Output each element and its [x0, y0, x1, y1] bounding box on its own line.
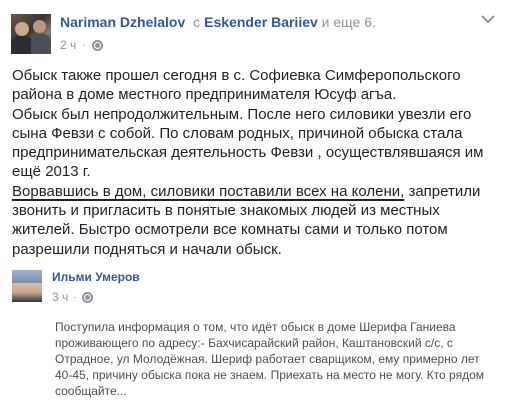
post-paragraph: Ворвавшись в дом, силовики поставили все… [12, 182, 502, 259]
with-word: с [193, 14, 201, 30]
author-avatar[interactable] [11, 14, 51, 54]
tagged-user[interactable]: Eskender Bariiev [204, 14, 318, 30]
post-paragraph: Обыск был непродолжительным. После него … [12, 105, 484, 181]
underlined-phrase: Ворвавшись в дом, силовики поставили все… [12, 182, 405, 200]
post-meta: 2 ч · [60, 38, 103, 52]
separator-dot: · [73, 291, 77, 303]
avatar-face [33, 20, 46, 33]
avatar-face [15, 22, 29, 36]
separator-dot: · [82, 39, 86, 51]
post-header: Nariman Dzhelalov с Eskender Bariiev и ещ… [60, 14, 376, 30]
author-name[interactable]: Nariman Dzhelalov [60, 14, 185, 30]
shared-author-name[interactable]: Ильми Умеров [52, 270, 140, 284]
chevron-down-icon[interactable] [481, 14, 495, 24]
shared-post-text: Поступила информация о том, что идёт обы… [55, 320, 484, 398]
avatar-figure [11, 36, 33, 54]
post-time[interactable]: 2 ч [60, 38, 76, 52]
shared-author-avatar[interactable] [12, 270, 42, 302]
shared-time[interactable]: 3 ч [52, 290, 68, 304]
and-more[interactable]: и еще 6. [322, 14, 376, 30]
globe-icon[interactable] [81, 291, 93, 303]
post-body: Обыск также прошел сегодня в с. Софиевка… [12, 66, 502, 259]
post-paragraph: Обыск также прошел сегодня в с. Софиевка… [12, 67, 461, 104]
shared-meta: 3 ч · [52, 290, 93, 304]
globe-icon[interactable] [91, 39, 103, 51]
avatar-figure [31, 34, 51, 54]
